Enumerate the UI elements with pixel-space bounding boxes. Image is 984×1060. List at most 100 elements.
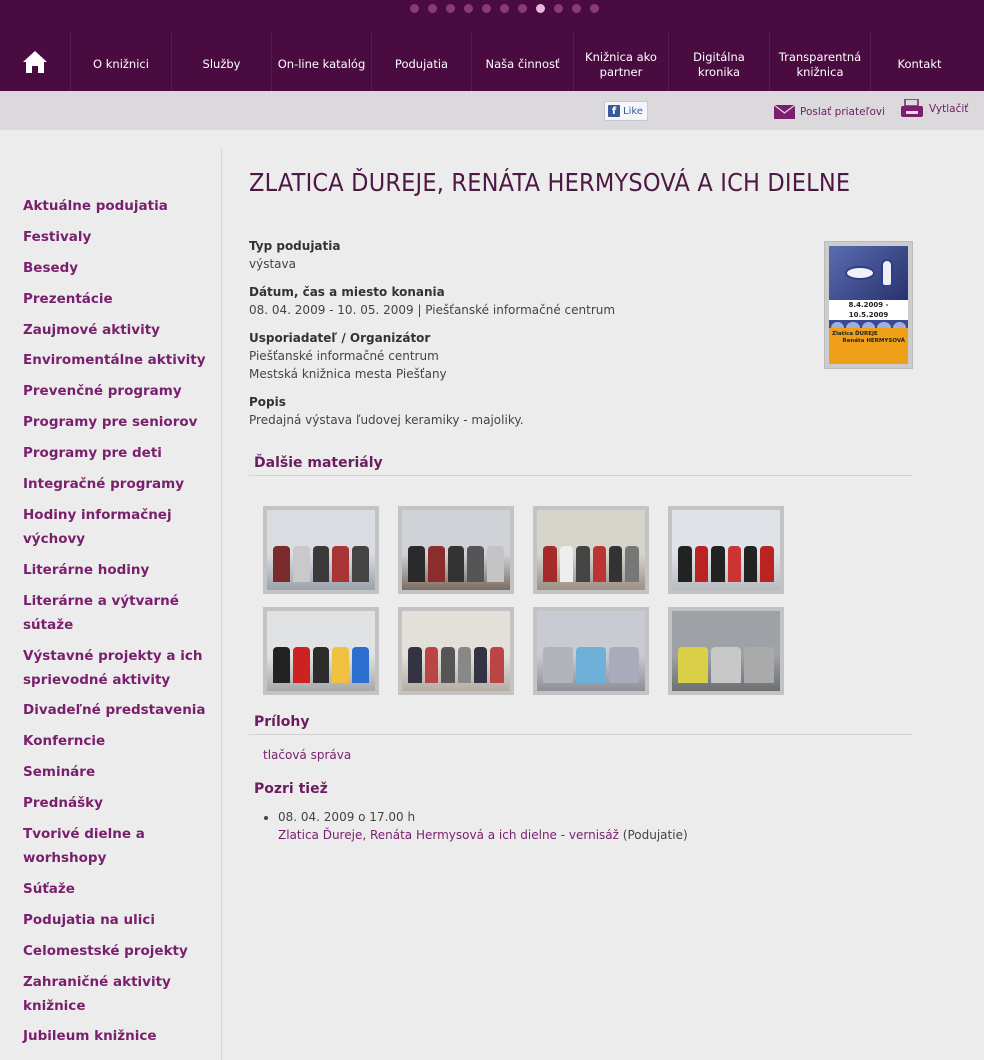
action-bar: f Like Poslať priateľovi Vytlačiť [0,91,984,130]
slider-dot[interactable] [482,4,491,13]
see-also-item: 08. 04. 2009 o 17.00 h Zlatica Ďureje, Re… [278,808,913,844]
nav-item-label: Knižnica ako partner [585,49,657,79]
sidebar-item[interactable]: Programy pre seniorov [23,410,221,434]
poster-dates: 8.4.2009 - 10.5.2009 [829,300,908,320]
sidebar-item[interactable]: Tvorivé dielne a worhshopy [23,822,221,870]
sidebar-item[interactable]: Hodiny informačnej výchovy [23,503,221,551]
sidebar-item[interactable]: Aktuálne podujatia [23,194,221,218]
sidebar-item[interactable]: Podujatia na ulici [23,908,221,932]
nav-item-label: O knižnici [93,57,149,71]
slider-dots [410,4,599,13]
nav-item[interactable]: On-line katalóg [271,32,371,91]
photo-gallery [249,506,913,695]
gallery-thumbnail[interactable] [668,607,784,695]
detail-value: 08. 04. 2009 - 10. 05. 2009 | Piešťanské… [249,303,616,317]
sidebar-menu: Aktuálne podujatia Festivaly Besedy Prezent… [0,148,221,1060]
see-also-date: 08. 04. 2009 o 17.00 h [278,810,416,824]
detail-field: Dátum, čas a miesto konania 08. 04. 2009 … [249,283,913,319]
nav-item[interactable]: O knižnici [70,32,171,91]
nav-item[interactable]: Naša činnosť [471,32,573,91]
detail-field: Usporiadateľ / Organizátor Piešťanské inf… [249,329,913,383]
send-to-friend-label: Poslať priateľovi [800,106,886,118]
sidebar-item[interactable]: Literárne hodiny [23,558,221,582]
slider-dot[interactable] [428,4,437,13]
sidebar-item[interactable]: Všetky [23,1055,221,1060]
detail-field: Typ podujatia výstava [249,237,913,273]
top-navigation-bar: O knižnici Služby On-line katalóg Podujatia… [0,0,984,91]
sidebar-item[interactable]: Festivaly [23,225,221,249]
detail-label: Dátum, čas a miesto konania [249,285,445,299]
detail-value: výstava [249,257,296,271]
sidebar-item[interactable]: Divadeľné predstavenia [23,698,221,722]
gallery-thumbnail[interactable] [398,607,514,695]
sidebar-item[interactable]: Enviromentálne aktivity [23,348,221,372]
slider-dot[interactable] [554,4,563,13]
sidebar-item[interactable]: Konferncie [23,729,221,753]
facebook-icon: f [608,105,620,117]
like-label: Like [623,105,643,117]
poster-line-1: Zlatica ĎUREJE [832,331,878,337]
nav-item-label: Digitálna kronika [693,49,745,79]
see-also-heading: Pozri tiež [254,781,328,797]
attachments-heading: Prílohy [249,714,913,735]
slider-dot[interactable] [572,4,581,13]
page-title: ZLATICA ĎUREJE, RENÁTA HERMYSOVÁ A ICH D… [249,168,851,197]
gallery-thumbnail[interactable] [263,607,379,695]
nav-home[interactable] [0,32,70,91]
slider-dot[interactable] [590,4,599,13]
sidebar-item[interactable]: Zaujmové aktivity [23,318,221,342]
sidebar-item[interactable]: Celomestské projekty [23,939,221,963]
nav-item[interactable]: Digitálna kronika [668,32,769,91]
gallery-thumbnail[interactable] [533,607,649,695]
envelope-icon [774,105,795,119]
slider-dot[interactable] [518,4,527,13]
event-details: Typ podujatia výstava Dátum, čas a miesto … [249,237,913,429]
event-poster-image[interactable]: 8.4.2009 - 10.5.2009 Zlatica ĎUREJE Rená… [824,241,913,369]
gallery-thumbnail[interactable] [263,506,379,594]
gallery-thumbnail[interactable] [398,506,514,594]
slider-dot[interactable] [446,4,455,13]
sidebar-item[interactable]: Besedy [23,256,221,280]
slider-dot[interactable] [464,4,473,13]
slider-dot[interactable] [410,4,419,13]
sidebar-item[interactable]: Programy pre deti [23,441,221,465]
nav-item-label: Naša činnosť [485,57,560,71]
print-link[interactable]: Vytlačiť [900,99,968,119]
detail-value: Predajná výstava ľudovej keramiky - majo… [249,413,524,427]
poster-line-2: Renáta HERMYSOVÁ [842,338,905,344]
see-also-type: (Podujatie) [622,828,688,842]
sidebar-item[interactable]: Zahraničné aktivity knižnice [23,970,221,1018]
sidebar-item[interactable]: Prezentácie [23,287,221,311]
nav-item-label: Služby [202,57,241,71]
press-release-link[interactable]: tlačová správa [263,748,913,762]
nav-item[interactable]: Služby [171,32,271,91]
facebook-like-button[interactable]: f Like [604,101,648,121]
detail-value: Mestská knižnica mesta Piešťany [249,367,447,381]
sidebar-item[interactable]: Jubileum knižnice [23,1024,221,1048]
slider-dot[interactable] [500,4,509,13]
nav-item-label: Transparentná knižnica [778,49,862,79]
sidebar-item[interactable]: Súťaže [23,877,221,901]
sidebar-item[interactable]: Prednášky [23,791,221,815]
send-to-friend-link[interactable]: Poslať priateľovi [774,105,885,119]
sidebar-item[interactable]: Integračné programy [23,472,221,496]
detail-value: Piešťanské informačné centrum [249,349,439,363]
sidebar-item[interactable]: Semináre [23,760,221,784]
main-content: ZLATICA ĎUREJE, RENÁTA HERMYSOVÁ A ICH D… [249,148,913,844]
see-also-link[interactable]: Zlatica Ďureje, Renáta Hermysová a ich d… [278,828,619,842]
nav-item[interactable]: Transparentná knižnica [769,32,870,91]
sidebar-item[interactable]: Výstavné projekty a ich sprievodné aktiv… [23,644,221,692]
nav-item[interactable]: Knižnica ako partner [573,32,668,91]
more-materials-heading: Ďalšie materiály [249,455,913,476]
slider-dot[interactable] [536,4,545,13]
gallery-thumbnail[interactable] [533,506,649,594]
nav-item-label: Kontakt [897,57,942,71]
detail-label: Typ podujatia [249,239,341,253]
nav-item[interactable]: Kontakt [870,32,968,91]
sidebar-item[interactable]: Prevenčné programy [23,379,221,403]
sidebar-item[interactable]: Literárne a výtvarné sútaže [23,589,221,637]
nav-item-label: Podujatia [394,57,449,71]
nav-item[interactable]: Podujatia [371,32,471,91]
gallery-thumbnail[interactable] [668,506,784,594]
sidebar: Aktuálne podujatia Festivaly Besedy Prezent… [0,148,222,1060]
